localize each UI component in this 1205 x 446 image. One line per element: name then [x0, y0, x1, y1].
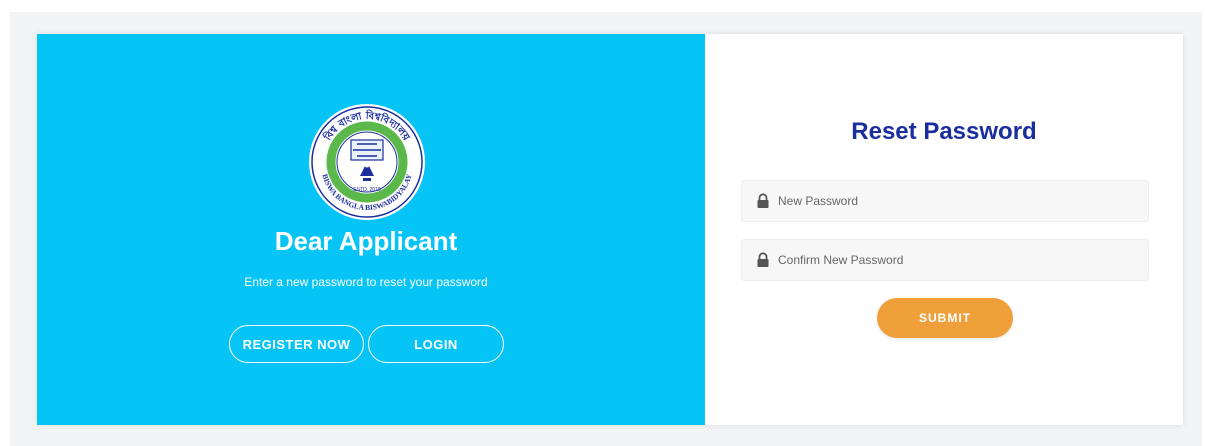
- lock-icon: [757, 193, 769, 208]
- reset-card: বিশ্ব বাংলা বিশ্ববিদ্যালয় BISWA BANGLA …: [37, 34, 1183, 425]
- new-password-field[interactable]: [741, 180, 1149, 222]
- welcome-panel: বিশ্ব বাংলা বিশ্ববিদ্যালয় BISWA BANGLA …: [37, 34, 705, 425]
- confirm-password-field[interactable]: [741, 239, 1149, 281]
- welcome-subtitle: Enter a new password to reset your passw…: [244, 275, 488, 289]
- reset-form-panel: Reset Password SUBMIT: [705, 34, 1183, 425]
- confirm-password-input[interactable]: [778, 240, 1148, 280]
- login-button[interactable]: LOGIN: [368, 325, 504, 363]
- submit-button[interactable]: SUBMIT: [877, 298, 1013, 338]
- register-now-button[interactable]: REGISTER NOW: [229, 325, 364, 363]
- university-logo: বিশ্ব বাংলা বিশ্ববিদ্যালয় BISWA BANGLA …: [309, 104, 425, 220]
- reset-password-title: Reset Password: [851, 118, 1037, 145]
- logo-estd-text: ESTD. 2018: [353, 187, 380, 193]
- welcome-title: Dear Applicant: [274, 226, 458, 256]
- lock-icon: [757, 252, 769, 267]
- new-password-input[interactable]: [778, 181, 1148, 221]
